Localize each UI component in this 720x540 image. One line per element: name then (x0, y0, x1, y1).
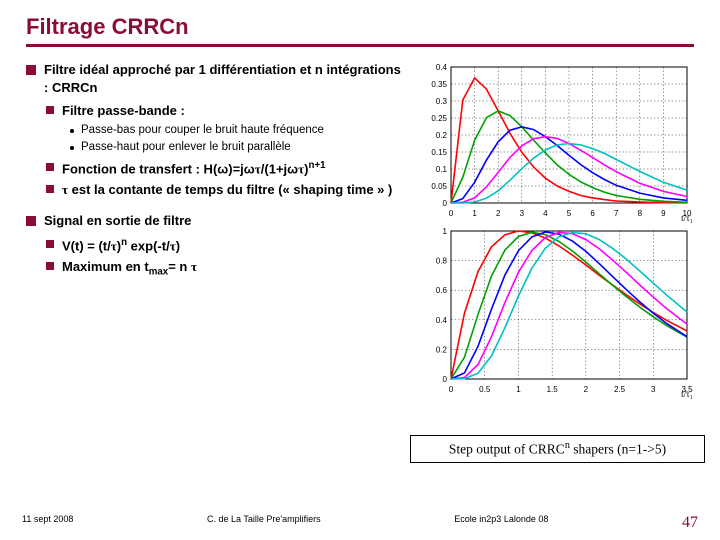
chart-xlabel: t/τ₁ (681, 389, 693, 399)
svg-text:7: 7 (614, 209, 619, 218)
svg-text:0.25: 0.25 (431, 114, 447, 123)
bullet-text: Maximum en tmax= n τ (62, 258, 197, 279)
square-bullet-icon (46, 240, 54, 248)
svg-text:0.3: 0.3 (436, 97, 448, 106)
svg-text:0.1: 0.1 (436, 165, 448, 174)
dot-bullet-icon (70, 129, 74, 133)
chart-impulse: 01234567891000.050.10.150.20.250.30.350.… (415, 61, 693, 221)
bullet-text: Filtre passe-bande : (62, 102, 185, 120)
svg-text:0.4: 0.4 (436, 63, 448, 72)
footer-venue: Ecole in2p3 Lalonde 08 (454, 514, 548, 532)
svg-text:0: 0 (442, 375, 447, 384)
bullet-passebande: Filtre passe-bande : (46, 102, 403, 120)
vt-end: ) (176, 238, 180, 253)
caption-post: shapers (n=1->5) (570, 442, 666, 457)
bullet-filter-ideal: Filtre idéal approché par 1 différentiat… (26, 61, 403, 96)
svg-text:0.05: 0.05 (431, 182, 447, 191)
bullet-text: V(t) = (t/τ)n exp(-t/τ) (62, 236, 180, 255)
square-bullet-icon (46, 163, 54, 171)
svg-text:0.35: 0.35 (431, 80, 447, 89)
bullet-text: τ est la contante de temps du filtre (« … (62, 181, 392, 199)
tmax-sub: max (149, 266, 169, 277)
svg-text:0: 0 (442, 199, 447, 208)
svg-text:3: 3 (651, 385, 656, 394)
charts-column: 01234567891000.050.10.150.20.250.30.350.… (415, 61, 694, 401)
bullet-text: Fonction de transfert : H(ω)=jωτ/(1+jωτ)… (62, 159, 326, 178)
bullet-tau-const: τ est la contante de temps du filtre (« … (46, 181, 403, 199)
text-column: Filtre idéal approché par 1 différentiat… (26, 61, 403, 401)
svg-text:2: 2 (496, 209, 501, 218)
tf-pre: Fonction de transfert : H(ω)=jω (62, 161, 255, 176)
tf-exp: n+1 (308, 160, 325, 171)
svg-text:9: 9 (661, 209, 666, 218)
bullet-text: Signal en sortie de filtre (44, 212, 191, 230)
footer-date: 11 sept 2008 (22, 514, 73, 532)
tau-rest: est la contante de temps du filtre (« sh… (68, 182, 392, 197)
bullet-vt: V(t) = (t/τ)n exp(-t/τ) (46, 236, 403, 255)
svg-text:3: 3 (519, 209, 524, 218)
svg-text:0: 0 (449, 385, 454, 394)
square-bullet-icon (46, 185, 54, 193)
svg-text:0.2: 0.2 (436, 131, 448, 140)
slide-footer: 11 sept 2008 C. de La Taille Pre'amplifi… (0, 514, 720, 532)
slide-title: Filtrage CRRCn (26, 14, 694, 40)
bullet-passebas: Passe-bas pour couper le bruit haute fré… (70, 123, 403, 139)
svg-text:0.6: 0.6 (436, 286, 448, 295)
tf-mid: /(1+jω (261, 161, 298, 176)
footer-author: C. de La Taille Pre'amplifiers (207, 514, 321, 532)
bullet-text: Filtre idéal approché par 1 différentiat… (44, 61, 403, 96)
square-bullet-icon (46, 262, 54, 270)
content-columns: Filtre idéal approché par 1 différentiat… (26, 61, 694, 401)
bullet-tmax: Maximum en tmax= n τ (46, 258, 403, 279)
svg-text:0.8: 0.8 (436, 257, 448, 266)
tmax-pre: Maximum en t (62, 259, 149, 274)
svg-text:1.5: 1.5 (546, 385, 558, 394)
square-bullet-icon (26, 65, 36, 75)
svg-text:0.5: 0.5 (479, 385, 491, 394)
svg-text:0.4: 0.4 (436, 316, 448, 325)
bullet-passehaut: Passe-haut pour enlever le bruit parallè… (70, 140, 403, 156)
bullet-transfer-fn: Fonction de transfert : H(ω)=jωτ/(1+jωτ)… (46, 159, 403, 178)
svg-text:2.5: 2.5 (614, 385, 626, 394)
caption-step-output: Step output of CRRCn shapers (n=1->5) (410, 435, 705, 463)
chart-step: 00.511.522.533.500.20.40.60.81 (415, 225, 693, 397)
bullet-text: Passe-haut pour enlever le bruit parallè… (81, 140, 291, 156)
svg-text:1: 1 (516, 385, 521, 394)
tau-symbol: τ (191, 259, 197, 274)
bullet-text: Passe-bas pour couper le bruit haute fré… (81, 123, 324, 139)
bullet-signal-out: Signal en sortie de filtre (26, 212, 403, 230)
dot-bullet-icon (70, 146, 74, 150)
title-rule (26, 44, 694, 47)
tmax-mid: = n (168, 259, 191, 274)
caption-pre: Step output of CRRC (449, 442, 565, 457)
svg-text:6: 6 (590, 209, 595, 218)
square-bullet-icon (46, 106, 54, 114)
chart-top: 01234567891000.050.10.150.20.250.30.350.… (415, 61, 693, 221)
page-number: 47 (682, 514, 698, 532)
svg-text:0.15: 0.15 (431, 148, 447, 157)
chart-bottom: 00.511.522.533.500.20.40.60.81 t/τ₁ (415, 225, 693, 397)
svg-text:8: 8 (637, 209, 642, 218)
svg-text:1: 1 (442, 227, 447, 236)
svg-text:2: 2 (583, 385, 588, 394)
svg-text:0.2: 0.2 (436, 345, 448, 354)
square-bullet-icon (26, 216, 36, 226)
svg-text:5: 5 (567, 209, 572, 218)
vt-post: exp(-t/ (127, 238, 170, 253)
chart-xlabel: t/τ₁ (681, 213, 693, 223)
svg-text:4: 4 (543, 209, 548, 218)
svg-text:0: 0 (449, 209, 454, 218)
vt-pre: V(t) = (t/ (62, 238, 111, 253)
svg-text:1: 1 (472, 209, 477, 218)
